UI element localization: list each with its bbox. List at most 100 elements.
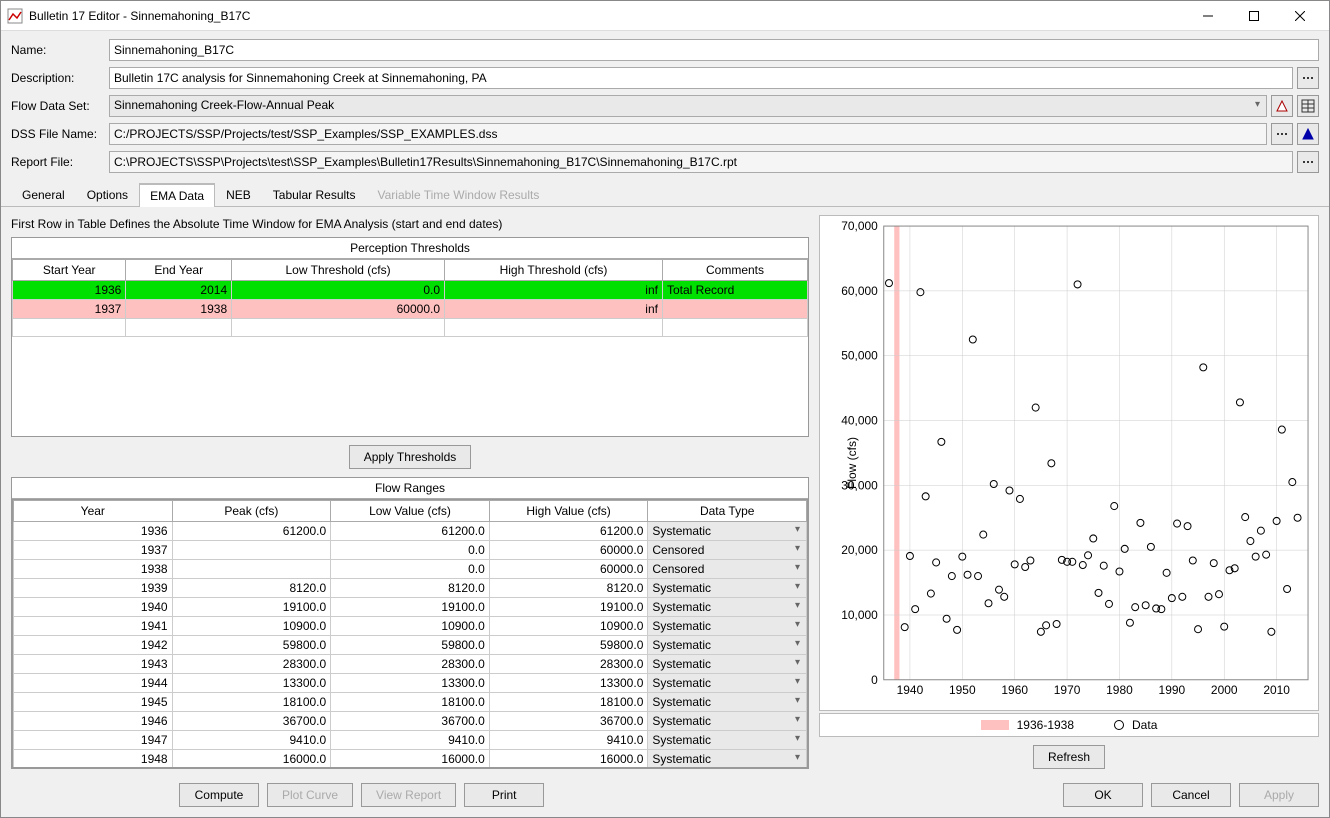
data-type-select[interactable]: Systematic <box>648 674 807 693</box>
app-icon <box>7 8 23 24</box>
svg-text:10,000: 10,000 <box>841 608 878 622</box>
maximize-button[interactable] <box>1231 1 1277 31</box>
col-end-year: End Year <box>126 260 232 281</box>
description-input[interactable] <box>109 67 1293 89</box>
dss-file-label: DSS File Name: <box>11 127 105 141</box>
dss-browse-button[interactable] <box>1271 123 1293 145</box>
dss-file-input[interactable] <box>109 123 1267 145</box>
flow-row[interactable]: 194259800.059800.059800.0Systematic <box>14 636 807 655</box>
tab-tabular-results[interactable]: Tabular Results <box>262 183 367 206</box>
threshold-row-blank[interactable] <box>13 319 808 337</box>
plot-icon-button[interactable] <box>1271 95 1293 117</box>
flow-row[interactable]: 194110900.010900.010900.0Systematic <box>14 617 807 636</box>
apply-thresholds-button[interactable]: Apply Thresholds <box>349 445 472 469</box>
window-title: Bulletin 17 Editor - Sinnemahoning_B17C <box>29 9 1185 23</box>
data-type-select[interactable]: Censored <box>648 541 807 560</box>
report-browse-button[interactable] <box>1297 151 1319 173</box>
flow-row[interactable]: 194518100.018100.018100.0Systematic <box>14 693 807 712</box>
flow-row[interactable]: 194636700.036700.036700.0Systematic <box>14 712 807 731</box>
titlebar: Bulletin 17 Editor - Sinnemahoning_B17C <box>1 1 1329 31</box>
col-peak: Peak (cfs) <box>172 501 331 522</box>
data-type-select[interactable]: Systematic <box>648 655 807 674</box>
ok-button[interactable]: OK <box>1063 783 1143 807</box>
tab-general[interactable]: General <box>11 183 76 206</box>
flow-data-set-label: Flow Data Set: <box>11 99 105 113</box>
flow-ranges-grid[interactable]: Flow Ranges Year Peak (cfs) Low Value (c… <box>11 477 809 769</box>
minimize-button[interactable] <box>1185 1 1231 31</box>
col-low-value: Low Value (cfs) <box>331 501 490 522</box>
perception-thresholds-grid[interactable]: Perception Thresholds Start Year End Yea… <box>11 237 809 437</box>
cancel-button[interactable]: Cancel <box>1151 783 1231 807</box>
name-label: Name: <box>11 43 105 57</box>
legend-point-swatch <box>1114 720 1124 730</box>
close-button[interactable] <box>1277 1 1323 31</box>
legend-data-label: Data <box>1132 718 1157 732</box>
thresholds-title: Perception Thresholds <box>12 238 808 259</box>
svg-text:60,000: 60,000 <box>841 284 878 298</box>
svg-text:0: 0 <box>871 673 878 687</box>
svg-text:2000: 2000 <box>1211 683 1238 697</box>
view-report-button: View Report <box>361 783 456 807</box>
col-high-threshold: High Threshold (cfs) <box>445 260 663 281</box>
flow-row[interactable]: 194816000.016000.016000.0Systematic <box>14 750 807 768</box>
table-icon-button[interactable] <box>1297 95 1319 117</box>
flow-ranges-title: Flow Ranges <box>12 478 808 499</box>
chart-ylabel: Flow (cfs) <box>845 437 859 489</box>
data-type-select[interactable]: Systematic <box>648 617 807 636</box>
flow-chart[interactable]: Flow (cfs) 010,00020,00030,00040,00050,0… <box>819 215 1319 711</box>
col-low-threshold: Low Threshold (cfs) <box>232 260 445 281</box>
flow-row[interactable]: 193661200.061200.061200.0Systematic <box>14 522 807 541</box>
col-year: Year <box>14 501 173 522</box>
tab-ema-data[interactable]: EMA Data <box>139 183 215 207</box>
svg-text:1980: 1980 <box>1106 683 1133 697</box>
flow-data-set-select[interactable]: Sinnemahoning Creek-Flow-Annual Peak <box>109 95 1267 117</box>
refresh-button[interactable]: Refresh <box>1033 745 1105 769</box>
legend-shade-label: 1936-1938 <box>1017 718 1074 732</box>
svg-text:40,000: 40,000 <box>841 413 878 427</box>
data-type-select[interactable]: Systematic <box>648 693 807 712</box>
flow-row[interactable]: 19479410.09410.09410.0Systematic <box>14 731 807 750</box>
col-high-value: High Value (cfs) <box>489 501 648 522</box>
svg-text:20,000: 20,000 <box>841 543 878 557</box>
form-header: Name: Description: Flow Data Set: Sinnem… <box>1 31 1329 183</box>
flow-row[interactable]: 19370.060000.0Censored <box>14 541 807 560</box>
tab-options[interactable]: Options <box>76 183 139 206</box>
col-start-year: Start Year <box>13 260 126 281</box>
svg-text:2010: 2010 <box>1263 683 1290 697</box>
col-comments: Comments <box>662 260 807 281</box>
data-type-select[interactable]: Systematic <box>648 598 807 617</box>
data-type-select[interactable]: Systematic <box>648 579 807 598</box>
name-input[interactable] <box>109 39 1319 61</box>
svg-text:1970: 1970 <box>1054 683 1081 697</box>
threshold-row[interactable]: 1937193860000.0inf <box>13 300 808 319</box>
data-type-select[interactable]: Systematic <box>648 731 807 750</box>
flow-row[interactable]: 194019100.019100.019100.0Systematic <box>14 598 807 617</box>
tab-bar: General Options EMA Data NEB Tabular Res… <box>1 183 1329 207</box>
data-type-select[interactable]: Systematic <box>648 712 807 731</box>
compute-button[interactable]: Compute <box>179 783 259 807</box>
flow-row[interactable]: 19380.060000.0Censored <box>14 560 807 579</box>
flow-row[interactable]: 194328300.028300.028300.0Systematic <box>14 655 807 674</box>
col-data-type: Data Type <box>648 501 807 522</box>
data-type-select[interactable]: Systematic <box>648 636 807 655</box>
description-label: Description: <box>11 71 105 85</box>
flow-row[interactable]: 19398120.08120.08120.0Systematic <box>14 579 807 598</box>
data-type-select[interactable]: Systematic <box>648 522 807 541</box>
dss-plot-icon-button[interactable] <box>1297 123 1319 145</box>
print-button[interactable]: Print <box>464 783 544 807</box>
svg-text:1950: 1950 <box>949 683 976 697</box>
threshold-row[interactable]: 193620140.0infTotal Record <box>13 281 808 300</box>
data-type-select[interactable]: Systematic <box>648 750 807 768</box>
flow-row[interactable]: 194413300.013300.013300.0Systematic <box>14 674 807 693</box>
plot-curve-button: Plot Curve <box>267 783 353 807</box>
legend-shade-swatch <box>981 720 1009 730</box>
svg-text:50,000: 50,000 <box>841 349 878 363</box>
data-type-select[interactable]: Censored <box>648 560 807 579</box>
svg-text:1960: 1960 <box>1001 683 1028 697</box>
tab-neb[interactable]: NEB <box>215 183 262 206</box>
description-expand-button[interactable] <box>1297 67 1319 89</box>
app-window: Bulletin 17 Editor - Sinnemahoning_B17C … <box>0 0 1330 818</box>
report-file-input[interactable] <box>109 151 1293 173</box>
report-file-label: Report File: <box>11 155 105 169</box>
footer-bar: Compute Plot Curve View Report Print OK … <box>1 777 1329 817</box>
